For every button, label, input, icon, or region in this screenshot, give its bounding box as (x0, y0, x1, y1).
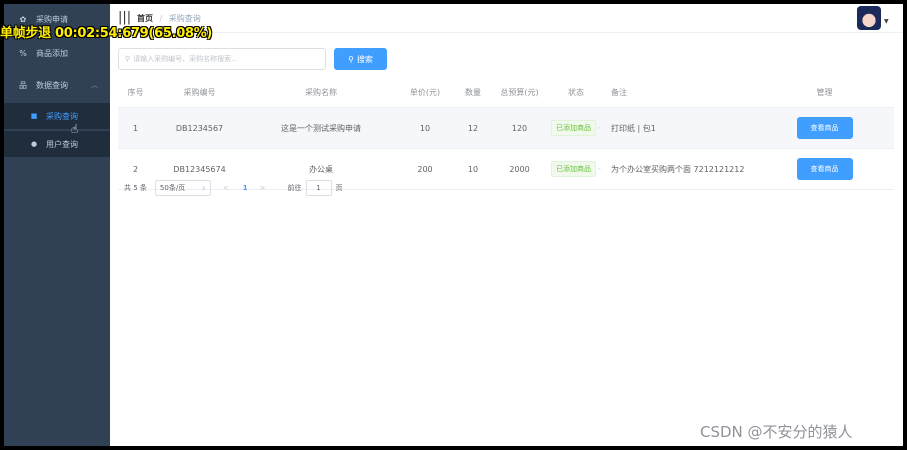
status-separator: - (598, 164, 601, 173)
cell-index: 1 (118, 107, 153, 149)
sidebar-subitem-label: 采购查询 (46, 111, 78, 121)
prev-page-icon[interactable]: < (223, 184, 229, 192)
status-badge: 已添加商品 (551, 120, 597, 136)
sidebar-subitem-label: 用户查询 (46, 139, 78, 149)
cell-price: 200 (396, 148, 454, 190)
search-input[interactable]: ⚲ 请输入采购编号、采购名称搜索... (118, 48, 326, 70)
pagination: 共 5 条 50条/页 ∨ < 1 > 前往 1 页 (124, 180, 343, 196)
search-placeholder: 请输入采购编号、采购名称搜索... (133, 55, 238, 63)
cell-name: 这是一个测试采购申请 (246, 107, 396, 149)
purchase-table: 序号 采购编号 采购名称 单价(元) 数量 总预算(元) 状态 备注 管理 1 … (118, 77, 894, 190)
pagination-total: 共 5 条 (124, 184, 147, 192)
search-icon: ⚲ (125, 55, 131, 63)
column-header: 采购名称 (246, 77, 396, 108)
column-header: 单价(元) (396, 77, 454, 108)
column-header: 数量 (454, 77, 492, 108)
cell-code: DB1234567 (153, 107, 246, 149)
goto-page-input[interactable]: 1 (305, 180, 332, 196)
mouse-cursor-icon: ☝ (71, 122, 79, 136)
column-header: 总预算(元) (492, 77, 547, 108)
cell-qty: 10 (454, 148, 492, 190)
page-size-value: 50条/页 (159, 184, 186, 192)
square-icon: ■ (30, 112, 38, 120)
sidebar-subitem-purchase-query[interactable]: ■ 采购查询 (4, 103, 110, 129)
sitemap-icon: 品 (19, 80, 27, 90)
cell-status: 已添加商品 - (547, 148, 605, 190)
video-timestamp-overlay: 单帧步退 00:02:54:679(65.08%) (0, 26, 213, 41)
main-content: ||| 首页 / 采购查询 ▼ ⚲ 请输入采购编号、采购名称搜索... ⚲ 搜索… (110, 4, 903, 446)
caret-down-icon[interactable]: ▼ (884, 18, 889, 25)
cell-total: 120 (492, 107, 547, 149)
sidebar-subitem-user-query[interactable]: ● 用户查询 (4, 131, 110, 157)
column-header: 采购编号 (153, 77, 246, 108)
navbar: ||| 首页 / 采购查询 ▼ (110, 4, 903, 33)
cell-qty: 12 (454, 107, 492, 149)
cell-note: 为个办公室买购两个面 7212121212 (605, 148, 755, 190)
percent-icon: % (19, 48, 27, 58)
cell-price: 10 (396, 107, 454, 149)
chevron-up-icon: ︿ (91, 81, 98, 89)
view-products-button[interactable]: 查看商品 (796, 117, 853, 139)
user-icon: ● (30, 140, 38, 148)
cell-note: 打印纸 | 包1 (605, 107, 755, 149)
column-header: 序号 (118, 77, 153, 108)
column-header: 管理 (755, 77, 894, 108)
sidebar-item-data-query[interactable]: 品 数据查询 ︿ (4, 72, 110, 98)
cell-action: 查看商品 (755, 107, 894, 149)
column-header: 备注 (605, 77, 755, 108)
status-badge: 已添加商品 (551, 161, 597, 177)
goto-label: 前往 (287, 184, 302, 192)
sidebar-item-add-product[interactable]: % 商品添加 (4, 40, 110, 66)
status-separator: - (598, 123, 601, 132)
search-icon: ⚲ (348, 54, 354, 64)
next-page-icon[interactable]: > (260, 184, 266, 192)
page-size-select[interactable]: 50条/页 ∨ (154, 180, 211, 196)
cell-action: 查看商品 (755, 148, 894, 190)
page-number[interactable]: 1 (243, 184, 248, 192)
view-products-button[interactable]: 查看商品 (796, 158, 853, 180)
watermark: CSDN @不安分的猿人 (700, 423, 853, 441)
avatar[interactable] (857, 6, 881, 30)
sidebar-item-label: 商品添加 (36, 48, 68, 58)
sidebar: ✿ 采购申请 % 商品添加 品 数据查询 ︿ ■ 采购查询 ● 用户查询 ☝ (4, 4, 110, 446)
table-header-row: 序号 采购编号 采购名称 单价(元) 数量 总预算(元) 状态 备注 管理 (118, 77, 894, 108)
column-header: 状态 (547, 77, 605, 108)
cell-total: 2000 (492, 148, 547, 190)
table-row[interactable]: 1 DB1234567 这是一个测试采购申请 10 12 120 已添加商品 - … (118, 107, 894, 149)
search-button[interactable]: ⚲ 搜索 (334, 48, 387, 70)
chevron-down-icon: ∨ (201, 184, 206, 192)
sidebar-item-label: 数据查询 (36, 80, 68, 90)
search-button-label: 搜索 (356, 54, 373, 64)
page-unit-label: 页 (335, 184, 343, 192)
cell-status: 已添加商品 - (547, 107, 605, 149)
